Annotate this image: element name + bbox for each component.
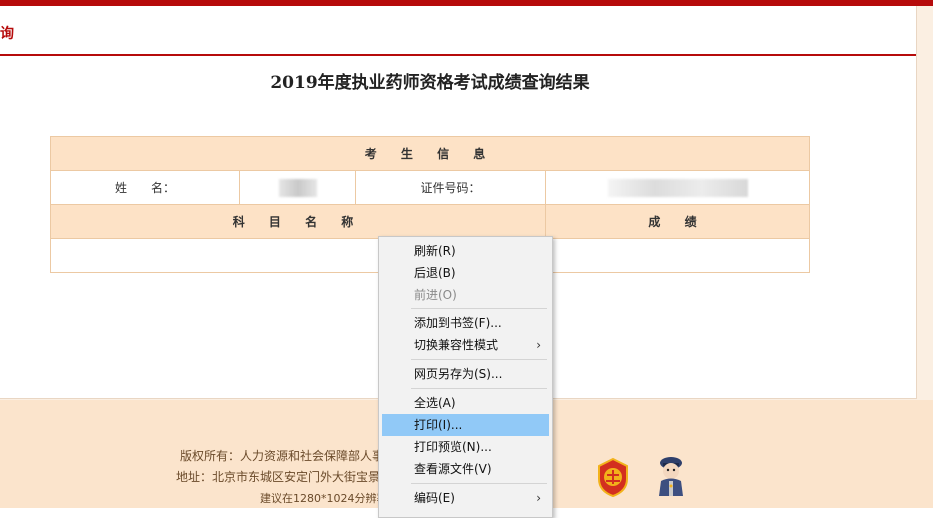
context-menu: 刷新(R) 后退(B) 前进(O) 添加到书签(F)... 切换兼容性模式 › 网… — [378, 236, 553, 518]
submenu-arrow-icon: › — [536, 491, 541, 505]
menu-item-encoding[interactable]: 编码(E) › — [382, 487, 549, 509]
menu-separator — [411, 483, 547, 484]
menu-separator — [411, 388, 547, 389]
national-emblem-icon[interactable] — [596, 457, 630, 497]
table-row: 科 目 名 称 成 绩 — [50, 204, 810, 239]
subject-column-header: 科 目 名 称 — [50, 204, 546, 239]
police-mascot-icon[interactable] — [651, 454, 691, 500]
name-label: 姓 名： — [50, 170, 240, 205]
name-value — [239, 170, 356, 205]
score-column-header: 成 绩 — [545, 204, 810, 239]
redacted-name — [278, 178, 317, 197]
submenu-arrow-icon: › — [536, 338, 541, 352]
id-label: 证件号码： — [355, 170, 546, 205]
page-title: 2019年度执业药师资格考试成绩查询结果 — [270, 73, 590, 93]
menu-item-print-preview[interactable]: 打印预览(N)... — [382, 436, 549, 458]
table-row: 姓 名： 证件号码： — [50, 170, 810, 205]
menu-item-refresh[interactable]: 刷新(R) — [382, 240, 549, 262]
menu-item-forward[interactable]: 前进(O) — [382, 284, 549, 306]
candidate-info-header: 考 生 信 息 — [50, 136, 810, 171]
footer-copyright: 版权所有：人力资源和社会保障部人事 — [180, 449, 385, 463]
footer-address: 地址：北京市东城区安定门外大街宝景 — [176, 470, 381, 484]
table-row: 考 生 信 息 — [50, 136, 810, 171]
menu-item-view-source[interactable]: 查看源文件(V) — [382, 458, 549, 480]
id-value — [545, 170, 810, 205]
menu-item-save-as[interactable]: 网页另存为(S)... — [382, 363, 549, 385]
menu-item-compat-mode[interactable]: 切换兼容性模式 › — [382, 334, 549, 356]
menu-separator — [411, 359, 547, 360]
menu-separator — [411, 308, 547, 309]
menu-item-add-bookmark[interactable]: 添加到书签(F)... — [382, 312, 549, 334]
menu-item-select-all[interactable]: 全选(A) — [382, 392, 549, 414]
panel-header: 询 — [0, 6, 916, 56]
menu-item-back[interactable]: 后退(B) — [382, 262, 549, 284]
footer-resolution-note: 建议在1280*1024分辨率 — [260, 492, 388, 505]
redacted-id-number — [607, 178, 748, 197]
menu-item-print[interactable]: 打印(I)... — [382, 414, 549, 436]
panel-header-title: 询 — [0, 26, 14, 42]
